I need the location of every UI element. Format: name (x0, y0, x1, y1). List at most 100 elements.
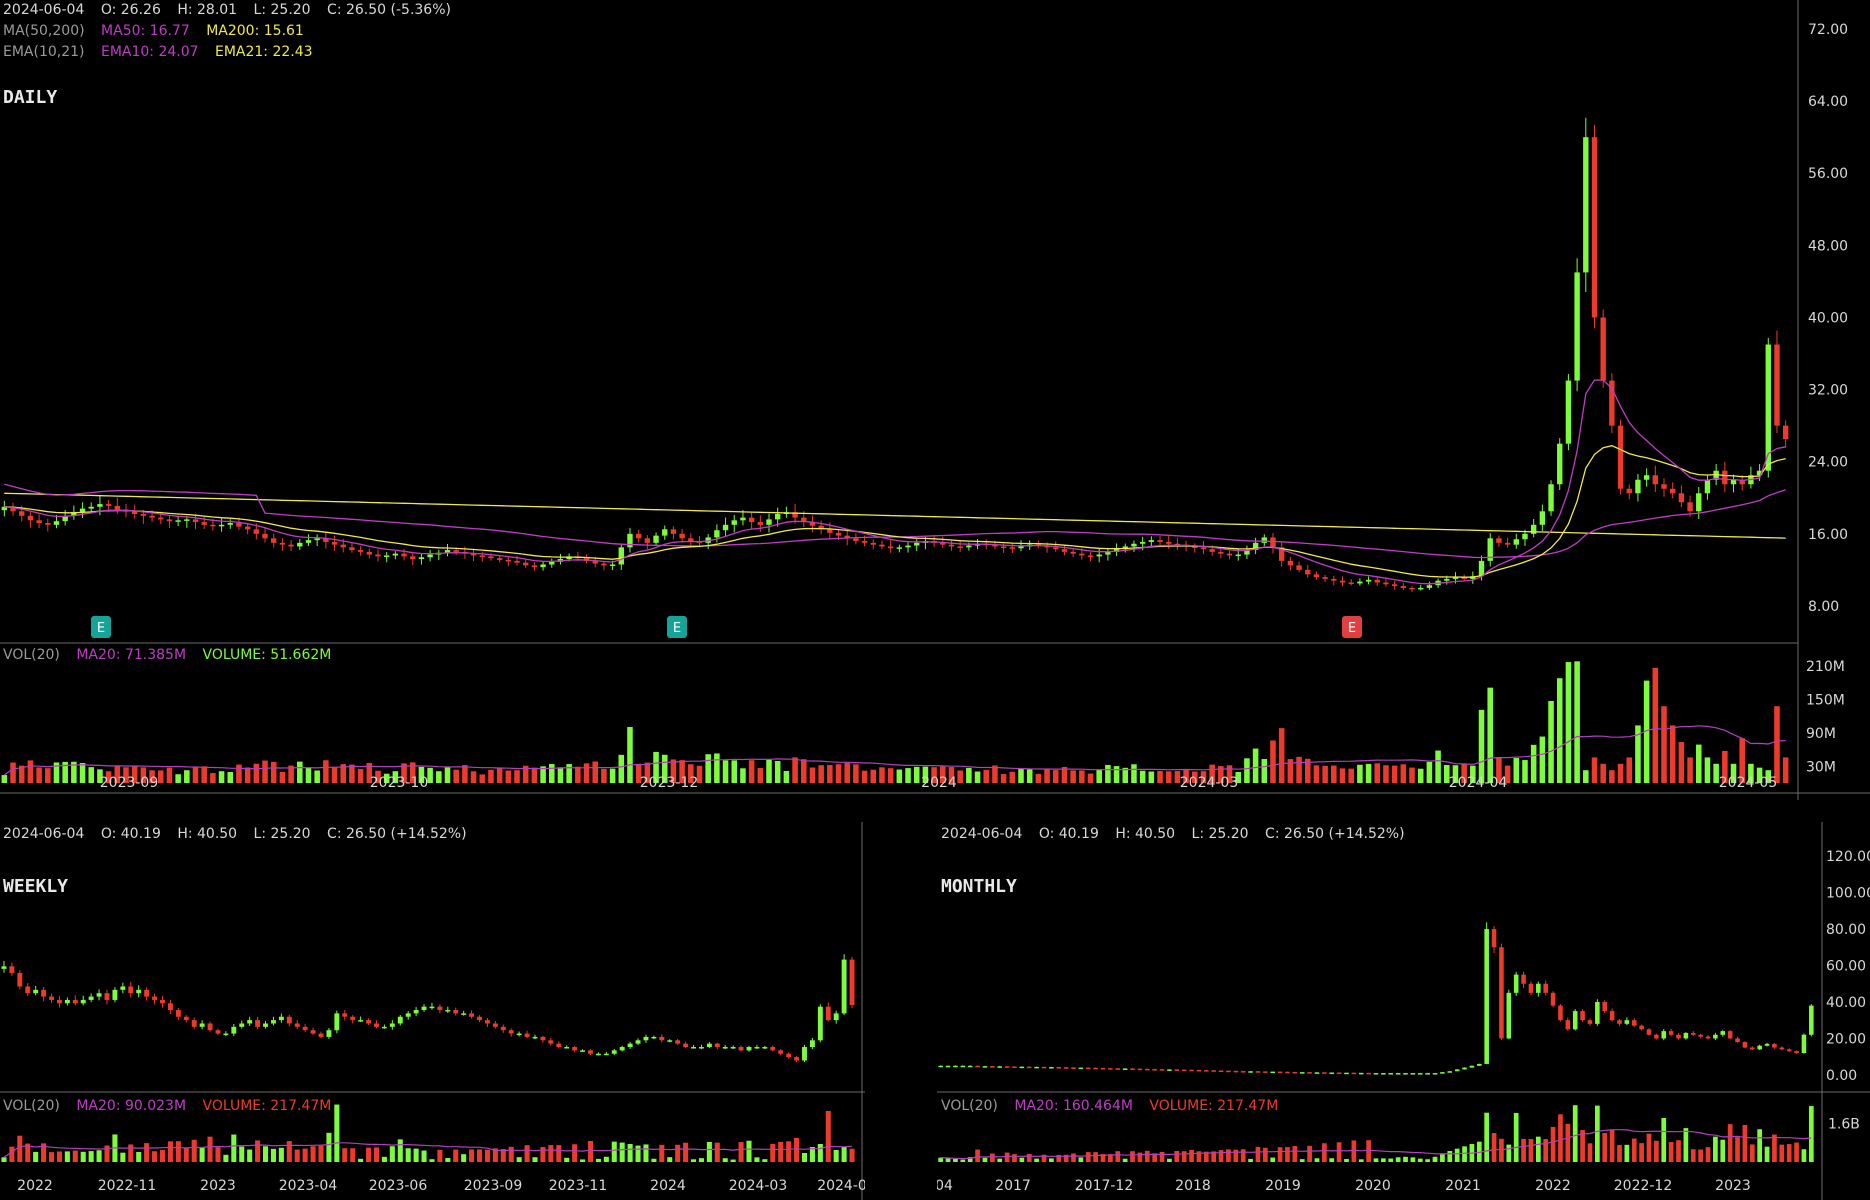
daily-vol-name: VOL(20) (3, 647, 60, 663)
weekly-volume-bar (738, 1142, 744, 1162)
monthly-volume-bar (1499, 1138, 1504, 1162)
weekly-volume-bar (762, 1159, 768, 1162)
monthly-candle-body (1462, 1067, 1467, 1070)
weekly-volume-bar (453, 1149, 459, 1162)
weekly-volume-bar (72, 1150, 78, 1162)
monthly-volume-bar (1454, 1148, 1460, 1162)
weekly-volume-bar (9, 1146, 15, 1162)
weekly-candle-body (429, 1006, 435, 1009)
daily-volume-bar (1687, 757, 1693, 783)
daily-volume-bar (253, 763, 260, 783)
daily-volume-bar (757, 767, 764, 783)
daily-candle-body (1270, 537, 1276, 548)
monthly-volume-y-tick-label: 1.6B (1828, 1116, 1860, 1132)
weekly-volume-bar (730, 1159, 736, 1162)
monthly-chart-svg[interactable]: 120.00 100.00 80.00 60.00 40.00 20.00 0.00 1.6B… (937, 822, 1870, 1200)
weekly-volume-bar (524, 1145, 530, 1162)
monthly-chart-panel[interactable]: 120.00 100.00 80.00 60.00 40.00 20.00 0.00 1.6B… (937, 822, 1870, 1200)
monthly-volume-bar (1351, 1140, 1357, 1162)
monthly-candle-body (960, 1065, 966, 1068)
weekly-volume-bar (833, 1150, 839, 1162)
weekly-candle-body (421, 1006, 427, 1011)
daily-candle-body (375, 554, 381, 557)
daily-candle-body (297, 542, 303, 547)
daily-volume-bar (1600, 763, 1606, 783)
daily-y-tick-label: 56.00 (1808, 166, 1848, 182)
monthly-x-tick-label: 2022 (1535, 1178, 1571, 1194)
daily-volume-bar (166, 767, 173, 783)
daily-candle-body (1331, 578, 1337, 581)
daily-candle-body (1574, 272, 1580, 381)
monthly-candle-body (1469, 1065, 1475, 1068)
monthly-volume-bar (1676, 1140, 1681, 1162)
monthly-candle-body (1034, 1066, 1039, 1069)
weekly-volume-bar (627, 1143, 633, 1162)
monthly-candle-body (1026, 1066, 1032, 1069)
daily-candle-body (1087, 555, 1094, 557)
weekly-candle-body (516, 1033, 522, 1036)
weekly-candle-body (286, 1016, 292, 1024)
daily-volume-bar (1400, 764, 1407, 783)
daily-chart-svg[interactable]: 72.00 64.00 56.00 48.00 40.00 32.00 24.00 16.00… (0, 0, 1870, 800)
daily-volume-y-tick-label: 210M (1806, 659, 1845, 675)
daily-ma-name: MA(50,200) (3, 23, 85, 39)
daily-volume-bar (905, 768, 911, 783)
monthly-candle-body (1742, 1042, 1748, 1048)
weekly-candle-body (136, 989, 142, 994)
daily-volume-bar (1365, 763, 1372, 783)
daily-volume-bar (331, 767, 338, 783)
weekly-volume-bar (318, 1145, 324, 1162)
daily-vol-ma20: MA20: 71.385M (76, 647, 187, 663)
daily-volume-bar (236, 764, 242, 783)
weekly-volume-bar (564, 1157, 570, 1162)
weekly-label: WEEKLY (3, 876, 69, 897)
daily-volume-bar (479, 774, 486, 783)
daily-candle-body (314, 538, 320, 541)
monthly-candle-body (1226, 1070, 1231, 1073)
daily-candle-body (1200, 547, 1207, 550)
weekly-volume-bar (167, 1141, 173, 1162)
daily-candle-body (1670, 488, 1676, 494)
monthly-volume-bar (1358, 1159, 1364, 1162)
weekly-volume-bar (778, 1141, 784, 1162)
monthly-volume-bar (1521, 1138, 1526, 1162)
daily-volume-bar (496, 767, 503, 783)
daily-candle-body (53, 521, 60, 525)
weekly-candle-body (358, 1020, 364, 1022)
weekly-candle-body (120, 986, 126, 990)
weekly-candle-body (635, 1040, 641, 1044)
monthly-candle-body (1049, 1067, 1054, 1069)
daily-volume-bar (1244, 758, 1250, 783)
weekly-volume-bar (373, 1147, 380, 1162)
monthly-ohlc-readout: 2024-06-04 O: 40.19 H: 40.50 L: 25.20 C:… (941, 826, 1417, 842)
weekly-volume-bar (801, 1153, 808, 1162)
weekly-candle-body (556, 1043, 562, 1048)
weekly-candle-body (722, 1047, 728, 1049)
monthly-candle-body (1248, 1071, 1253, 1073)
weekly-candle-body (461, 1013, 467, 1015)
daily-volume-bar (1704, 757, 1711, 783)
monthly-volume-bar (1432, 1156, 1438, 1162)
daily-ma200-line (4, 492, 1786, 539)
weekly-candle-body (802, 1047, 807, 1061)
weekly-candle-body (849, 959, 855, 1005)
weekly-volume-bar (825, 1111, 831, 1162)
weekly-chart-svg[interactable]: 64.0048.0032.0016.00600M200M20222022-112… (0, 822, 865, 1200)
daily-candle-body (1661, 484, 1667, 489)
weekly-candle-body (413, 1010, 419, 1014)
daily-candle-body (1600, 317, 1606, 381)
weekly-candle-body (627, 1043, 633, 1048)
daily-volume-bar (1487, 687, 1493, 783)
weekly-chart-panel[interactable]: 64.0048.0032.0016.00600M200M20222022-112… (0, 822, 865, 1200)
monthly-candle-body (1410, 1073, 1416, 1075)
weekly-candle-body (437, 1006, 443, 1011)
daily-candle-body (1626, 488, 1632, 494)
monthly-candle-body (1484, 929, 1489, 1064)
daily-volume-bar (297, 761, 303, 783)
weekly-candle-body (484, 1020, 490, 1024)
monthly-volume-bar (1661, 1117, 1667, 1162)
daily-high: H: 28.01 (177, 2, 238, 18)
daily-volume-y-tick-label: 90M (1806, 726, 1836, 742)
daily-candle-body (905, 545, 911, 548)
daily-chart-panel[interactable]: 72.00 64.00 56.00 48.00 40.00 32.00 24.00 16.00… (0, 0, 1870, 800)
